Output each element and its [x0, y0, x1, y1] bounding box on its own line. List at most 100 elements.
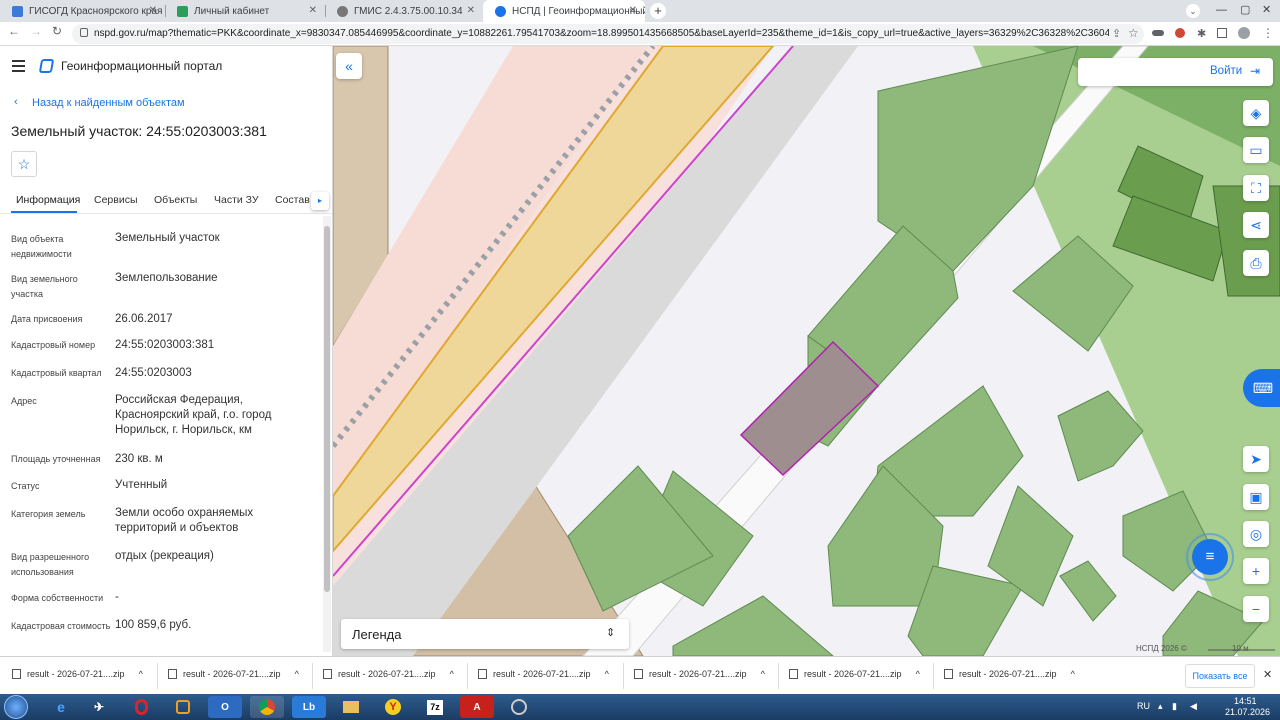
chevron-up-icon[interactable]: ^	[1071, 669, 1075, 679]
tab-composition[interactable]: Состав	[275, 194, 310, 206]
forward-arrow-icon[interactable]: →	[30, 24, 42, 38]
favorite-star-button[interactable]: ☆	[11, 151, 37, 177]
chevron-up-icon[interactable]: ^	[761, 669, 765, 679]
locate-arrow-icon[interactable]: ➤	[1243, 446, 1269, 472]
tab-services[interactable]: Сервисы	[94, 194, 138, 206]
close-tab-icon[interactable]: ✕	[149, 5, 157, 16]
download-item[interactable]: result - 2026-07-21....zip ^	[789, 669, 920, 679]
layers-icon[interactable]: ◈	[1243, 100, 1269, 126]
zoom-out-button[interactable]: −	[1243, 596, 1269, 622]
chat-bubble-icon[interactable]: ≡	[1192, 539, 1228, 575]
chevron-up-icon[interactable]: ^	[295, 669, 299, 679]
browser-tab-strip: ГИСОГД Красноярского края ✕ Личный кабин…	[0, 0, 1280, 22]
chrome-icon[interactable]	[250, 696, 284, 718]
app-lb-icon[interactable]: Lb	[292, 696, 326, 718]
zip-file-icon	[944, 669, 953, 679]
7zip-icon[interactable]: 7z	[418, 696, 452, 718]
browser-tab-gisogd[interactable]: ГИСОГД Красноярского края ✕	[0, 0, 165, 22]
tab-objects[interactable]: Объекты	[154, 194, 197, 206]
ruler-icon[interactable]: ▭	[1243, 137, 1269, 163]
opera-icon[interactable]	[124, 696, 158, 718]
outlook-icon[interactable]: O	[208, 696, 242, 718]
chevron-up-icon[interactable]: ^	[450, 669, 454, 679]
download-item[interactable]: result - 2026-07-21....zip ^	[634, 669, 765, 679]
tab-parcel-parts[interactable]: Части ЗУ	[214, 194, 259, 206]
start-button-icon[interactable]	[4, 695, 28, 719]
download-item[interactable]: result - 2026-07-21....zip ^	[168, 669, 299, 679]
login-button[interactable]: Войти	[1210, 65, 1242, 77]
chevron-left-icon[interactable]: ‹	[14, 96, 18, 108]
lock-icon[interactable]	[80, 28, 88, 37]
clock-date[interactable]: 21.07.2026	[1225, 707, 1270, 717]
assistant-icon[interactable]: ⌨	[1243, 369, 1280, 407]
share-icon[interactable]: ⇪	[1112, 27, 1121, 40]
file-explorer-icon[interactable]	[334, 696, 368, 718]
download-item[interactable]: result - 2026-07-21....zip ^	[478, 669, 609, 679]
map-canvas[interactable]	[333, 46, 1280, 656]
map-view[interactable]: « Войти ⇥ ◈ ▭ ⛶ ⋖ ⎙ ⌨ ➤ ▣ ◎ + − ≡ Легенд…	[333, 46, 1280, 656]
side-panel-icon[interactable]	[1217, 28, 1227, 38]
url-text[interactable]: nspd.gov.ru/map?thematic=PKK&coordinate_…	[94, 28, 1109, 39]
zoom-in-button[interactable]: +	[1243, 558, 1269, 584]
tab-search-icon[interactable]: ⌄	[1186, 4, 1200, 18]
object-title: Земельный участок: 24:55:0203003:381	[11, 123, 267, 139]
close-download-bar-icon[interactable]: ✕	[1263, 668, 1272, 681]
window-close-icon[interactable]: ✕	[1262, 3, 1271, 16]
download-item[interactable]: result - 2026-07-21....zip ^	[12, 669, 143, 679]
new-tab-button[interactable]: +	[650, 3, 666, 19]
back-arrow-icon[interactable]: ←	[8, 24, 20, 38]
share-icon[interactable]: ⋖	[1243, 212, 1269, 238]
show-all-downloads-button[interactable]: Показать все	[1185, 664, 1255, 688]
ie-icon[interactable]: e	[44, 696, 78, 718]
window-minimize-icon[interactable]: —	[1216, 4, 1227, 16]
area-select-icon[interactable]: ⛶	[1243, 175, 1269, 201]
app-title: Геоинформационный портал	[61, 59, 223, 73]
clock-time[interactable]: 14:51	[1234, 696, 1257, 706]
tray-expand-icon[interactable]: ▴	[1158, 701, 1163, 712]
windows-taskbar: e ✈ O Lb Y 7z A RU ▴ ▮ ◀ 14:51 21.07.202…	[0, 694, 1280, 720]
download-item[interactable]: result - 2026-07-21....zip ^	[323, 669, 454, 679]
profile-avatar-icon[interactable]	[1238, 27, 1250, 39]
close-tab-icon[interactable]: ✕	[629, 5, 637, 16]
browser-tab-cabinet[interactable]: Личный кабинет ✕	[165, 0, 325, 22]
tab-information[interactable]: Информация	[16, 194, 80, 206]
hamburger-menu-icon[interactable]	[12, 60, 25, 72]
portal-logo-icon	[38, 59, 55, 73]
volume-icon[interactable]: ◀	[1190, 701, 1197, 712]
yandex-browser-icon[interactable]: Y	[376, 696, 410, 718]
network-tool-icon[interactable]	[502, 696, 536, 718]
geolocation-icon[interactable]: ◎	[1243, 521, 1269, 547]
chevron-up-icon[interactable]: ^	[605, 669, 609, 679]
legend-expand-icon[interactable]: ⇕	[606, 626, 615, 639]
browser-menu-icon[interactable]: ⋮	[1262, 26, 1274, 40]
minimap-icon[interactable]: ▣	[1243, 484, 1269, 510]
zip-file-icon	[323, 669, 332, 679]
bird-app-icon[interactable]: ✈	[82, 696, 116, 718]
chevron-up-icon[interactable]: ^	[139, 669, 143, 679]
collapse-panel-button[interactable]: «	[336, 53, 362, 79]
tabs-scroll-right-button[interactable]: ▸	[311, 192, 329, 210]
reload-icon[interactable]: ↻	[52, 24, 62, 38]
browser-tab-nspd[interactable]: НСПД | Геоинформационный п ✕	[483, 0, 645, 22]
login-icon[interactable]: ⇥	[1250, 64, 1260, 78]
close-tab-icon[interactable]: ✕	[467, 5, 475, 16]
extension-icon[interactable]	[1152, 30, 1164, 36]
download-item[interactable]: result - 2026-07-21....zip ^	[944, 669, 1075, 679]
browser-tab-gmis[interactable]: ГМИС 2.4.3.75.00.10.34 ✕	[325, 0, 483, 22]
media-player-icon[interactable]	[166, 696, 200, 718]
network-icon[interactable]: ▮	[1172, 701, 1177, 712]
tab-title: ГМИС 2.4.3.75.00.10.34	[354, 5, 463, 17]
field-label: Вид объекта недвижимости	[11, 234, 72, 259]
chevron-up-icon[interactable]: ^	[916, 669, 920, 679]
field-label: Вид разрешенного использования	[11, 552, 90, 577]
print-icon[interactable]: ⎙	[1243, 250, 1269, 276]
acrobat-icon[interactable]: A	[460, 696, 494, 718]
window-maximize-icon[interactable]: ▢	[1240, 3, 1250, 16]
extension-icon[interactable]	[1175, 28, 1185, 38]
extensions-puzzle-icon[interactable]: ✱	[1197, 27, 1206, 40]
input-language-indicator[interactable]: RU	[1137, 701, 1150, 711]
back-to-results-link[interactable]: Назад к найденным объектам	[32, 97, 185, 109]
panel-scrollbar-thumb[interactable]	[324, 226, 330, 592]
bookmark-star-icon[interactable]: ☆	[1128, 26, 1139, 40]
close-tab-icon[interactable]: ✕	[309, 5, 317, 16]
